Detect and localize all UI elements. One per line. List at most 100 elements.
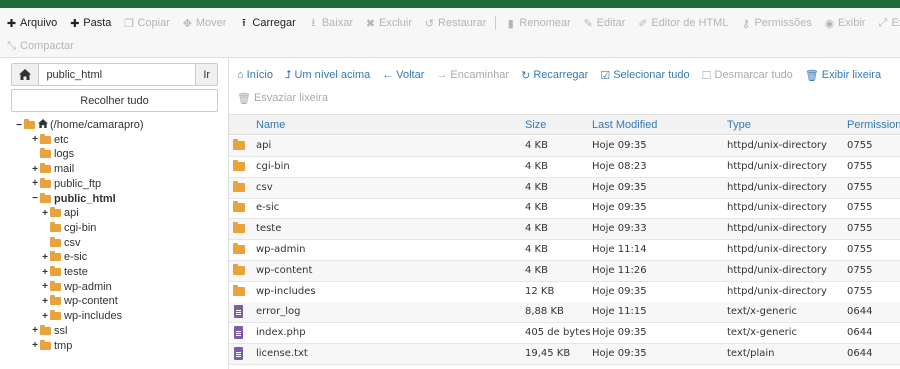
tree-item-wp-content[interactable]: + wp-content — [41, 294, 118, 308]
toolbar-button-label: Editor de HTML — [651, 17, 729, 29]
tree-item-csv[interactable]: csv — [41, 236, 81, 250]
tree-item-mail[interactable]: + mail — [31, 162, 74, 176]
reload-icon: ↻ — [521, 69, 531, 82]
table-row[interactable]: wp-includes 12 KB Hoje 09:35 httpd/unix-dir… — [229, 282, 900, 303]
in-cio-action[interactable]: ⌂ Início — [237, 69, 273, 81]
renomear-button[interactable]: ▮ Renomear — [499, 12, 576, 34]
copiar-button[interactable]: ❐ Copiar — [117, 12, 175, 34]
table-row[interactable]: license.txt 19,45 KB Hoje 09:35 text/plain 0… — [229, 344, 900, 365]
tree-item-label: wp-content — [64, 295, 118, 308]
plus-icon: ✚ — [70, 17, 80, 30]
expand-icon[interactable]: + — [41, 281, 49, 292]
pasta-button[interactable]: ✚ Pasta — [63, 12, 117, 34]
header-name[interactable]: Name — [256, 119, 285, 131]
header-type[interactable]: Type — [727, 119, 751, 131]
go-button[interactable]: Ir — [195, 63, 218, 86]
toolbar-button-label: Exibir — [837, 17, 866, 29]
editor-de-html-button[interactable]: ✐ Editor de HTML — [631, 12, 734, 34]
cell-type: text/x-generic — [727, 327, 798, 339]
extrair-button[interactable]: ⤢Extrair — [871, 12, 900, 34]
table-row[interactable]: wp-admin 4 KB Hoje 11:14 httpd/unix-directo… — [229, 240, 900, 261]
compactar-button[interactable]: ⤡ Compactar — [0, 35, 80, 57]
tree-item-tmp[interactable]: + tmp — [31, 339, 72, 353]
table-row[interactable]: cgi-bin 4 KB Hoje 08:23 httpd/unix-director… — [229, 157, 900, 178]
cell-type: text/x-generic — [727, 306, 798, 318]
table-row[interactable]: error_log 8,88 KB Hoje 11:15 text/x-generic… — [229, 302, 900, 324]
expand-icon[interactable]: + — [31, 134, 39, 145]
tree-item-ssl[interactable]: + ssl — [31, 324, 67, 338]
cell-size: 12 KB — [525, 285, 555, 297]
collapse-all-button[interactable]: Recolher tudo — [11, 89, 218, 112]
expand-icon[interactable]: + — [41, 252, 49, 263]
table-row[interactable]: teste 4 KB Hoje 09:33 httpd/unix-directory 0… — [229, 219, 900, 241]
table-row[interactable]: csv 4 KB Hoje 09:35 httpd/unix-directory 075… — [229, 177, 900, 199]
cell-size: 4 KB — [525, 181, 548, 193]
expand-icon[interactable]: + — [31, 164, 39, 175]
tree-item-public-ftp[interactable]: + public_ftp — [31, 177, 101, 191]
move-icon: ✥ — [182, 17, 192, 30]
folder-icon — [40, 177, 51, 188]
table-row[interactable]: index.php 405 de bytes Hoje 09:35 text/x-ge… — [229, 323, 900, 345]
cell-perms: 0755 — [847, 223, 873, 235]
path-input[interactable] — [39, 63, 196, 86]
expand-icon[interactable]: + — [31, 325, 39, 336]
expand-icon[interactable]: + — [31, 340, 39, 351]
download-icon: ⭳ — [311, 16, 316, 29]
cell-size: 4 KB — [525, 160, 548, 172]
excluir-button[interactable]: ✖ Excluir — [359, 12, 418, 34]
table-row[interactable]: wp-content 4 KB Hoje 11:26 httpd/unix-direc… — [229, 260, 900, 282]
carregar-button[interactable]: ⭱ Carregar — [232, 12, 301, 34]
header-size[interactable]: Size — [525, 119, 546, 131]
header-permissions[interactable]: Permissions — [847, 119, 900, 131]
table-row[interactable]: api 4 KB Hoje 09:35 httpd/unix-directory 075… — [229, 136, 900, 157]
cell-type: httpd/unix-directory — [727, 140, 827, 151]
tree-item-cgi-bin[interactable]: cgi-bin — [41, 221, 96, 235]
tree-item-teste[interactable]: + teste — [41, 265, 88, 279]
arquivo-button[interactable]: ✚ Arquivo — [0, 12, 63, 34]
tree-item-home-camarapro[interactable]: − (/home/camarapro) — [15, 118, 144, 132]
expand-icon[interactable]: + — [41, 296, 49, 307]
action-label: Voltar — [396, 69, 425, 81]
permiss-es-button[interactable]: ⚷ Permissões — [734, 12, 817, 34]
cell-modified: Hoje 11:14 — [592, 244, 647, 255]
folder-icon — [233, 284, 245, 296]
header-last-modified[interactable]: Last Modified — [592, 119, 657, 131]
expand-icon[interactable]: + — [41, 208, 49, 219]
encaminhar-action[interactable]: → Encaminhar — [436, 69, 509, 81]
desmarcar-tudo-action[interactable]: ☐ Desmarcar tudo — [702, 69, 793, 82]
selecionar-tudo-action[interactable]: ☑ Selecionar tudo — [600, 69, 689, 82]
mover-button[interactable]: ✥ Mover — [176, 12, 233, 34]
editar-button[interactable]: ✎ Editar — [577, 12, 632, 34]
voltar-action[interactable]: ← Voltar — [382, 69, 424, 81]
table-row[interactable]: e-sic 4 KB Hoje 09:35 httpd/unix-directory 0… — [229, 198, 900, 220]
exibir-lixeira-action[interactable]: 🗑 Exibir lixeira — [805, 69, 881, 82]
collapse-icon[interactable]: − — [31, 193, 39, 204]
folder-icon — [233, 222, 245, 234]
tree-item-public-html[interactable]: − public_html — [31, 192, 116, 206]
folder-icon — [233, 201, 245, 213]
exibir-button[interactable]: ◉ Exibir — [818, 12, 872, 34]
restaurar-button[interactable]: ↺ Restaurar — [418, 12, 492, 34]
tree-item-logs[interactable]: logs — [31, 147, 74, 161]
tree-item-label: tmp — [54, 339, 73, 352]
home-icon — [19, 69, 32, 80]
tree-item-etc[interactable]: + etc — [31, 133, 69, 147]
tree-item-api[interactable]: + api — [41, 206, 79, 220]
collapse-icon[interactable]: − — [15, 120, 23, 131]
recarregar-action[interactable]: ↻ Recarregar — [521, 69, 588, 82]
tree-item-label: ssl — [54, 324, 68, 337]
esvaziar-lixeira-action[interactable]: 🗑 Esvaziar lixeira — [237, 92, 328, 105]
expand-icon[interactable]: + — [41, 267, 49, 278]
toolbar-button-label: Editar — [596, 17, 626, 29]
tree-item-wp-includes[interactable]: + wp-includes — [41, 309, 122, 323]
expand-icon[interactable]: + — [31, 178, 39, 189]
tree-item-wp-admin[interactable]: + wp-admin — [41, 280, 112, 294]
home-button[interactable] — [11, 63, 40, 86]
baixar-button[interactable]: ⭳ Baixar — [302, 12, 359, 34]
cell-perms: 0644 — [847, 327, 873, 339]
expand-icon[interactable]: + — [41, 311, 49, 322]
toolbar-button-label: Extrair — [891, 17, 900, 29]
cell-modified: Hoje 11:15 — [592, 306, 647, 318]
tree-item-e-sic[interactable]: + e-sic — [41, 250, 87, 264]
um-n-vel-acima-action[interactable]: ⮥ Um nível acima — [285, 69, 370, 82]
